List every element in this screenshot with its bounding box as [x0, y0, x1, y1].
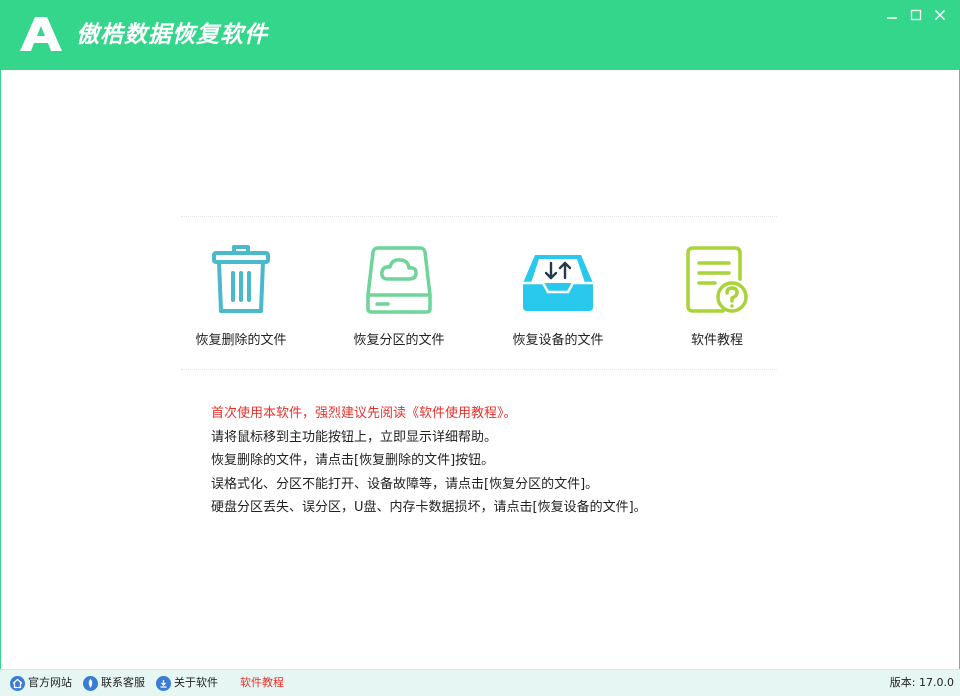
status-bar: 官方网站 联系客服 关于软件 软件教程 版本: 17.0.0 — [0, 669, 960, 696]
maximize-icon — [910, 9, 922, 21]
version-label: 版本: 17.0.0 — [889, 676, 954, 689]
document-help-icon — [686, 246, 748, 313]
feature-label: 恢复设备的文件 — [512, 333, 604, 348]
recover-device-files-button[interactable]: 恢复设备的文件 — [483, 217, 633, 371]
close-icon — [935, 10, 945, 20]
home-icon — [10, 675, 25, 691]
help-line: 硬盘分区丢失、误分区，U盘、内存卡数据损坏，请点击[恢复设备的文件]。 — [211, 500, 647, 515]
main-area: 恢复删除的文件 恢复分区的文件 恢复设备的文件 软件教程 首次使用本软件，强烈建… — [0, 70, 960, 669]
official-website-link[interactable]: 官方网站 — [10, 675, 72, 691]
recover-partition-files-button[interactable]: 恢复分区的文件 — [324, 217, 474, 371]
help-line: 误格式化、分区不能打开、设备故障等，请点击[恢复分区的文件]。 — [211, 476, 599, 492]
title-bar: 傲梏数据恢复软件 — [0, 0, 960, 70]
feature-panel: 恢复删除的文件 恢复分区的文件 恢复设备的文件 软件教程 — [181, 216, 777, 370]
recover-deleted-files-button[interactable]: 恢复删除的文件 — [166, 217, 316, 371]
tutorial-warning: 首次使用本软件，强烈建议先阅读《软件使用教程》。 — [211, 406, 517, 421]
help-text: 首次使用本软件，强烈建议先阅读《软件使用教程》。 请将鼠标移到主功能按钮上，立即… — [211, 402, 811, 520]
feature-label: 恢复删除的文件 — [195, 333, 287, 348]
maximize-button[interactable] — [906, 6, 926, 24]
contact-support-link[interactable]: 联系客服 — [83, 675, 145, 691]
status-link-label: 官方网站 — [28, 676, 72, 689]
support-icon — [83, 675, 98, 691]
status-link-label: 关于软件 — [174, 676, 218, 689]
close-button[interactable] — [930, 6, 950, 24]
cloud-drive-icon — [366, 246, 432, 314]
window-controls — [882, 6, 950, 24]
device-tray-icon — [523, 255, 593, 311]
status-link-label: 联系客服 — [101, 676, 145, 689]
help-line: 请将鼠标移到主功能按钮上，立即显示详细帮助。 — [211, 429, 498, 445]
feature-label: 恢复分区的文件 — [353, 333, 445, 348]
app-title: 傲梏数据恢复软件 — [76, 22, 268, 48]
minimize-button[interactable] — [882, 6, 902, 24]
software-tutorial-button[interactable]: 软件教程 — [642, 217, 792, 371]
trash-icon — [212, 245, 270, 313]
tutorial-link[interactable]: 软件教程 — [240, 675, 284, 691]
help-line: 恢复删除的文件，请点击[恢复删除的文件]按钮。 — [211, 453, 495, 468]
about-software-link[interactable]: 关于软件 — [156, 675, 218, 691]
minimize-icon — [887, 17, 897, 19]
app-logo-icon — [20, 17, 62, 51]
info-icon — [156, 675, 171, 691]
feature-label: 软件教程 — [690, 333, 743, 348]
